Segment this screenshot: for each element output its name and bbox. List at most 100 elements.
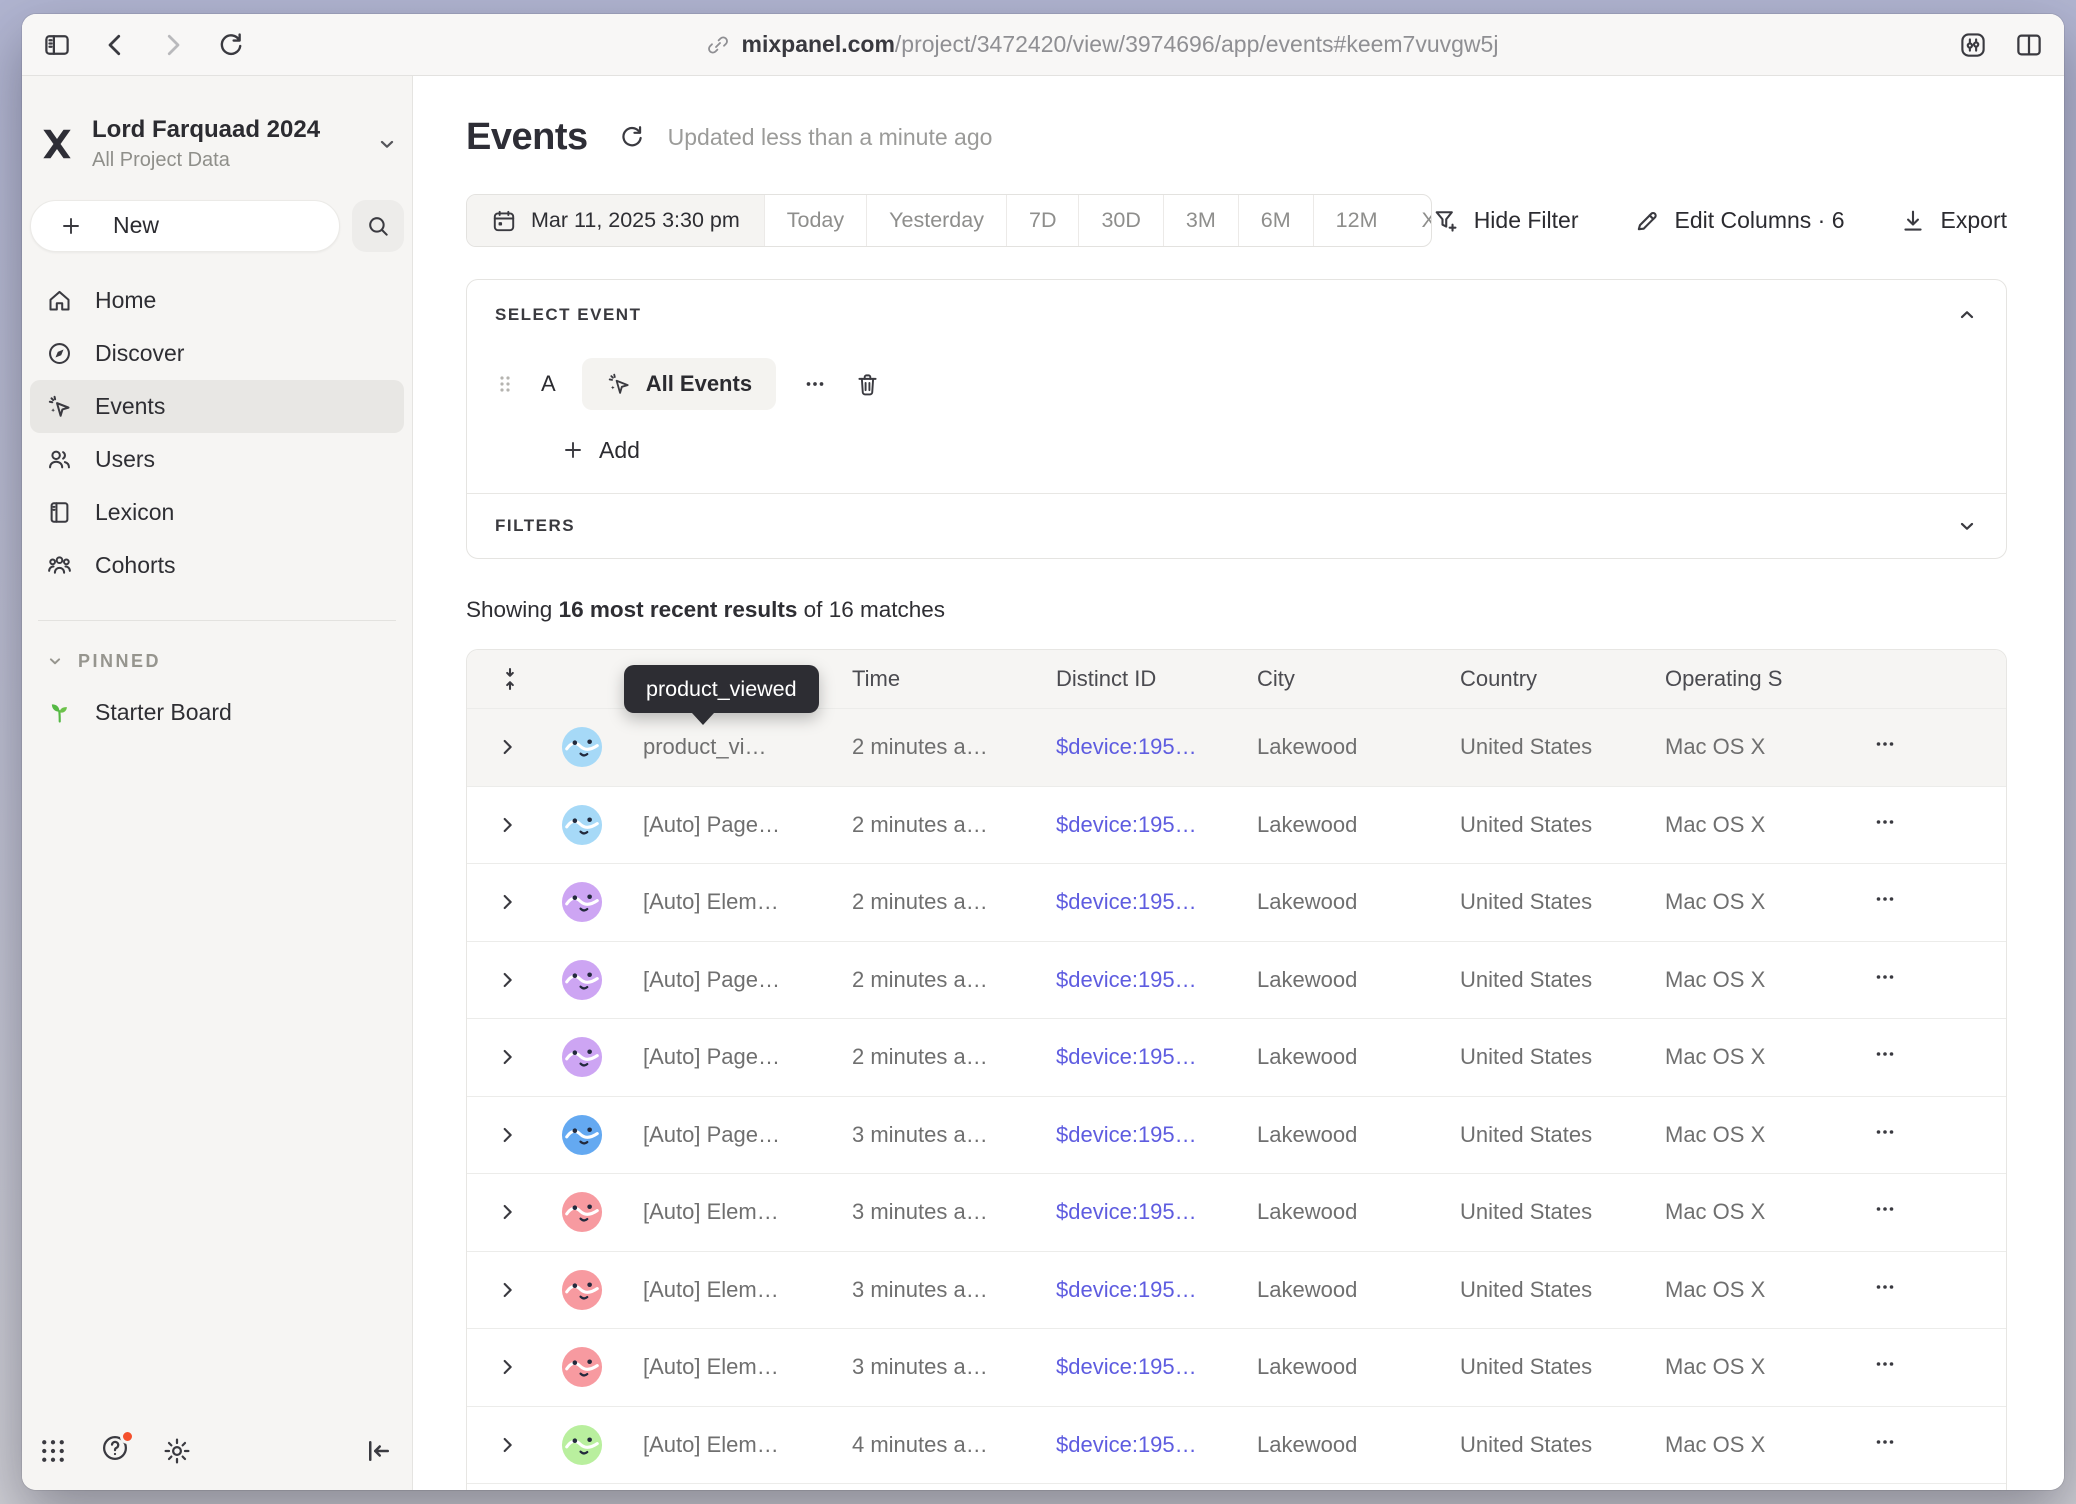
table-row[interactable]: [Auto] Elem… 3 minutes a… $device:195… L…: [467, 1328, 2006, 1406]
event-name[interactable]: product_vi…: [617, 734, 846, 760]
distinct-id-link[interactable]: $device:195…: [1050, 1354, 1251, 1380]
more-options-icon[interactable]: [1873, 810, 1897, 834]
sidebar-item-cohorts[interactable]: Cohorts: [30, 539, 404, 592]
header-distinct-id[interactable]: Distinct ID: [1050, 666, 1251, 692]
pinned-section-header[interactable]: PINNED: [30, 651, 404, 672]
chevron-right-icon[interactable]: [496, 1434, 518, 1456]
distinct-id-link[interactable]: $device:195…: [1050, 734, 1251, 760]
more-options-icon[interactable]: [1873, 1352, 1897, 1376]
export-button[interactable]: Export: [1899, 207, 2007, 235]
table-row[interactable]: [Auto] Page… 3 minutes a… $device:195… L…: [467, 1096, 2006, 1174]
distinct-id-link[interactable]: $device:195…: [1050, 967, 1251, 993]
trash-icon[interactable]: [854, 371, 881, 398]
event-name[interactable]: [Auto] Elem…: [617, 1199, 846, 1225]
collapse-rows-icon[interactable]: [497, 666, 523, 692]
chevron-right-icon[interactable]: [496, 891, 518, 913]
range-3m[interactable]: 3M: [1164, 195, 1239, 246]
chevron-right-icon[interactable]: [496, 1279, 518, 1301]
search-button[interactable]: [352, 200, 404, 252]
refresh-icon[interactable]: [618, 123, 646, 151]
sidebar-item-events[interactable]: Events: [30, 380, 404, 433]
date-range-xtd[interactable]: XTD: [1400, 195, 1432, 246]
chevron-right-icon[interactable]: [496, 969, 518, 991]
event-name[interactable]: [Auto] Page…: [617, 1044, 846, 1070]
chevron-right-icon[interactable]: [496, 1046, 518, 1068]
event-name[interactable]: [Auto] Elem…: [617, 1277, 846, 1303]
more-options-icon[interactable]: [1873, 1197, 1897, 1221]
event-name[interactable]: [Auto] Elem…: [617, 889, 846, 915]
table-row[interactable]: [Auto] Elem… 4 minutes a… $device:195… L…: [467, 1406, 2006, 1484]
sidebar-item-discover[interactable]: Discover: [30, 327, 404, 380]
range-30d[interactable]: 30D: [1079, 195, 1163, 246]
more-options-icon[interactable]: [1873, 732, 1897, 756]
table-row[interactable]: [Auto] Page… 2 minutes a… $device:195… L…: [467, 941, 2006, 1019]
header-country[interactable]: Country: [1454, 666, 1659, 692]
distinct-id-link[interactable]: $device:195…: [1050, 1044, 1251, 1070]
pinned-item-starter-board[interactable]: Starter Board: [30, 686, 404, 739]
more-options-icon[interactable]: [1873, 1042, 1897, 1066]
pinned-label: PINNED: [78, 651, 161, 672]
range-12m[interactable]: 12M: [1314, 195, 1400, 246]
chevron-right-icon[interactable]: [496, 1201, 518, 1223]
add-event-button[interactable]: Add: [561, 436, 640, 464]
table-row[interactable]: [467, 1483, 2006, 1490]
event-name[interactable]: [Auto] Elem…: [617, 1432, 846, 1458]
all-events-chip[interactable]: All Events: [582, 358, 776, 410]
distinct-id-link[interactable]: $device:195…: [1050, 1432, 1251, 1458]
more-options-icon[interactable]: [1873, 1120, 1897, 1144]
os-value: Mac OS X: [1659, 889, 1865, 915]
back-icon[interactable]: [100, 30, 130, 60]
date-range-current[interactable]: Mar 11, 2025 3:30 pm: [467, 195, 765, 246]
more-options-icon[interactable]: [1873, 965, 1897, 989]
range-6m[interactable]: 6M: [1239, 195, 1314, 246]
header-os[interactable]: Operating S: [1659, 666, 1865, 692]
chevron-down-icon[interactable]: [1956, 515, 1978, 537]
drag-handle-icon[interactable]: [495, 372, 515, 396]
table-row[interactable]: [Auto] Elem… 3 minutes a… $device:195… L…: [467, 1251, 2006, 1329]
chevron-right-icon[interactable]: [496, 736, 518, 758]
edit-columns-button[interactable]: Edit Columns · 6: [1633, 207, 1845, 235]
more-options-icon[interactable]: [802, 371, 828, 397]
page-settings-icon[interactable]: [1958, 30, 1988, 60]
collapse-sidebar-icon[interactable]: [364, 1436, 394, 1466]
sidebar-toggle-icon[interactable]: [42, 30, 72, 60]
notification-dot: [120, 1429, 135, 1444]
apps-grid-icon[interactable]: [38, 1436, 68, 1466]
split-view-icon[interactable]: [2014, 30, 2044, 60]
more-options-icon[interactable]: [1873, 887, 1897, 911]
range-yesterday[interactable]: Yesterday: [867, 195, 1007, 246]
distinct-id-link[interactable]: $device:195…: [1050, 812, 1251, 838]
table-row[interactable]: [Auto] Page… 2 minutes a… $device:195… L…: [467, 1018, 2006, 1096]
event-name[interactable]: [Auto] Elem…: [617, 1354, 846, 1380]
new-button[interactable]: New: [30, 200, 340, 252]
gear-icon[interactable]: [162, 1436, 192, 1466]
project-switcher[interactable]: Lord Farquaad 2024 All Project Data: [38, 116, 398, 172]
table-row[interactable]: [Auto] Page… 2 minutes a… $device:195… L…: [467, 786, 2006, 864]
filters-section[interactable]: FILTERS: [467, 494, 2006, 558]
event-name[interactable]: [Auto] Page…: [617, 967, 846, 993]
reload-icon[interactable]: [216, 30, 246, 60]
sidebar-item-home[interactable]: Home: [30, 274, 404, 327]
sidebar-item-users[interactable]: Users: [30, 433, 404, 486]
header-city[interactable]: City: [1251, 666, 1454, 692]
chevron-right-icon[interactable]: [496, 814, 518, 836]
table-row[interactable]: [Auto] Elem… 3 minutes a… $device:195… L…: [467, 1173, 2006, 1251]
range-today[interactable]: Today: [765, 195, 867, 246]
distinct-id-link[interactable]: $device:195…: [1050, 1277, 1251, 1303]
distinct-id-link[interactable]: $device:195…: [1050, 1199, 1251, 1225]
chevron-up-icon[interactable]: [1956, 304, 1978, 326]
more-options-icon[interactable]: [1873, 1430, 1897, 1454]
distinct-id-link[interactable]: $device:195…: [1050, 889, 1251, 915]
sidebar-item-lexicon[interactable]: Lexicon: [30, 486, 404, 539]
hide-filter-button[interactable]: Hide Filter: [1432, 207, 1579, 235]
event-name[interactable]: [Auto] Page…: [617, 812, 846, 838]
table-row[interactable]: [Auto] Elem… 2 minutes a… $device:195… L…: [467, 863, 2006, 941]
header-time[interactable]: Time: [846, 666, 1050, 692]
event-name[interactable]: [Auto] Page…: [617, 1122, 846, 1148]
more-options-icon[interactable]: [1873, 1275, 1897, 1299]
chevron-right-icon[interactable]: [496, 1356, 518, 1378]
chevron-right-icon[interactable]: [496, 1124, 518, 1146]
url-bar[interactable]: mixpanel.com/project/3472420/view/397469…: [274, 31, 1930, 58]
distinct-id-link[interactable]: $device:195…: [1050, 1122, 1251, 1148]
range-7d[interactable]: 7D: [1007, 195, 1079, 246]
